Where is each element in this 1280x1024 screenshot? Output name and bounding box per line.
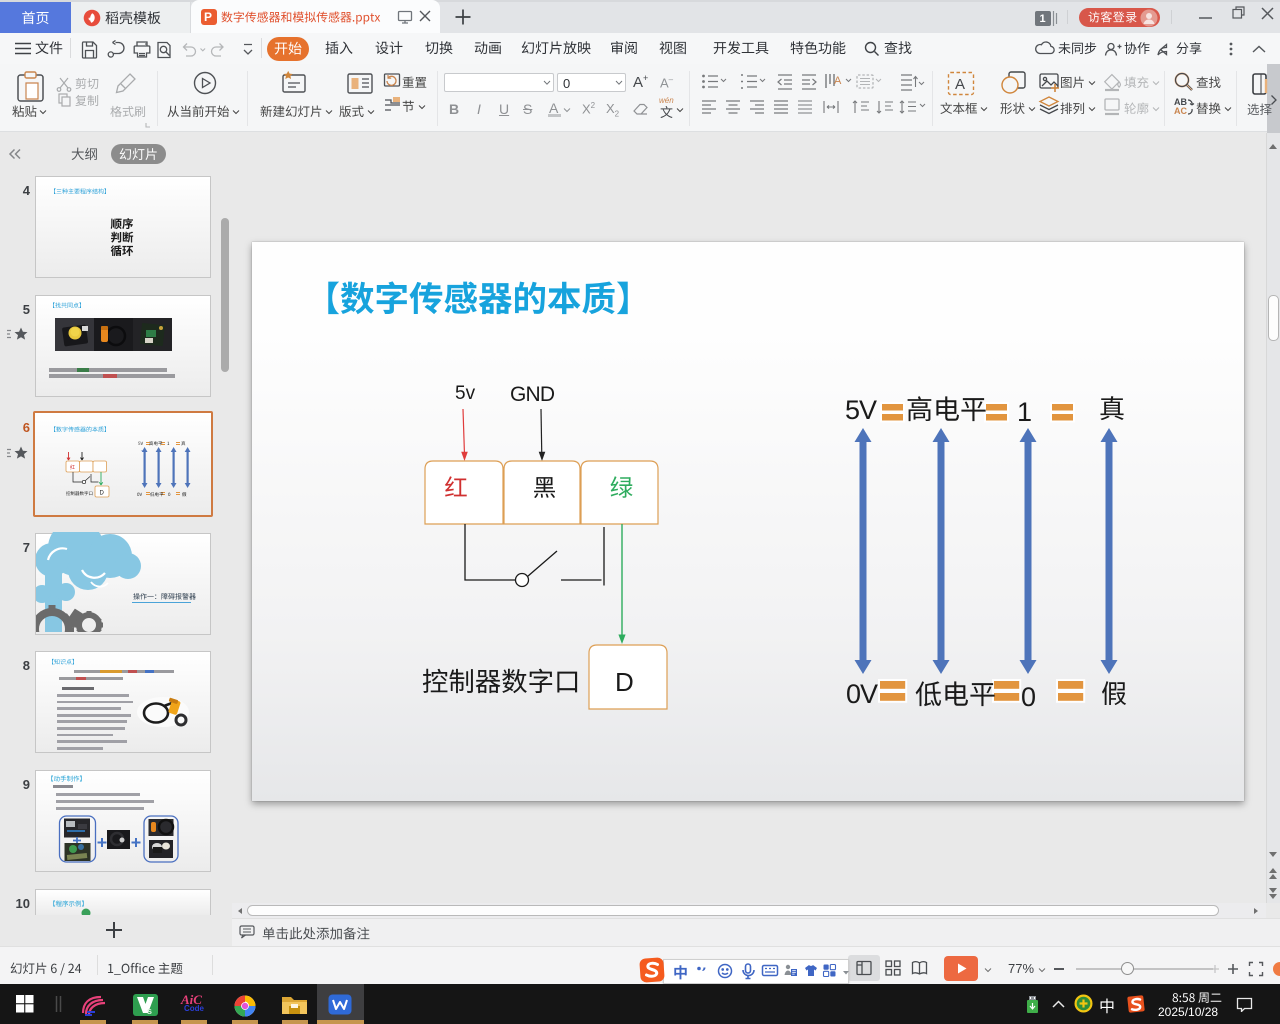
svg-text:AC: AC — [1174, 106, 1187, 116]
svg-text:A: A — [955, 76, 965, 93]
svg-text:A: A — [834, 75, 842, 87]
svg-text:s: s — [147, 1006, 152, 1016]
